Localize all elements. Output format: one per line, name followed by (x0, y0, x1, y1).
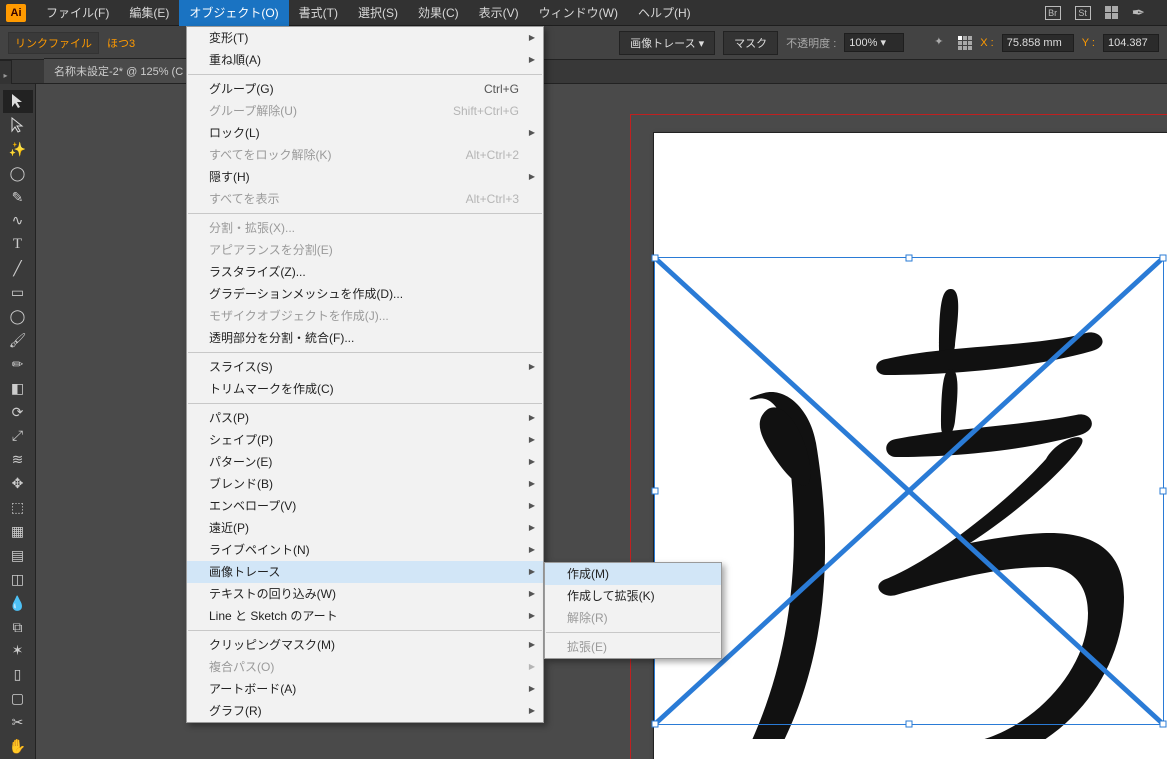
object-menu-item[interactable]: エンベロープ(V) (187, 495, 543, 517)
tool-selection[interactable] (3, 90, 33, 113)
tool-gradient[interactable]: ◫ (3, 568, 33, 591)
menu-window[interactable]: ウィンドウ(W) (529, 0, 628, 26)
object-menu-item[interactable]: クリッピングマスク(M) (187, 634, 543, 656)
menu-object[interactable]: オブジェクト(O) (179, 0, 288, 26)
tool-eyedropper[interactable]: 💧 (3, 592, 33, 615)
menu-file[interactable]: ファイル(F) (36, 0, 119, 26)
tool-paintbrush[interactable]: 🖌 (3, 329, 33, 352)
trace-submenu-item: 拡張(E) (545, 636, 721, 658)
trace-submenu-item[interactable]: 作成(M) (545, 563, 721, 585)
opacity-label: 不透明度 : (786, 35, 836, 51)
object-menu-item[interactable]: ブレンド(B) (187, 473, 543, 495)
object-menu-item: 分割・拡張(X)... (187, 217, 543, 239)
object-menu-item[interactable]: ロック(L) (187, 122, 543, 144)
menu-select[interactable]: 選択(S) (348, 0, 408, 26)
object-menu-item: すべてを表示Alt+Ctrl+3 (187, 188, 543, 210)
transform-panel-icon[interactable]: ✦ (934, 35, 950, 51)
object-menu-item: モザイクオブジェクトを作成(J)... (187, 305, 543, 327)
object-menu-item[interactable]: スライス(S) (187, 356, 543, 378)
tool-magic-wand[interactable]: ✨ (3, 138, 33, 161)
object-menu-item[interactable]: グラデーションメッシュを作成(D)... (187, 283, 543, 305)
tool-rectangle[interactable]: ▭ (3, 281, 33, 304)
object-menu-item[interactable]: シェイプ(P) (187, 429, 543, 451)
menu-help[interactable]: ヘルプ(H) (628, 0, 701, 26)
tool-shape-builder[interactable]: ⬚ (3, 496, 33, 519)
mask-button[interactable]: マスク (723, 31, 778, 55)
document-tab[interactable]: 名称未設定-2* @ 125% (C (44, 58, 194, 83)
trace-submenu-item: 解除(R) (545, 607, 721, 629)
menu-type[interactable]: 書式(T) (289, 0, 348, 26)
toolbar: ✨ ◯ ✎ ∿ T ╱ ▭ ◯ 🖌 ✏ ◧ ⟳ ⤢ ≋ ✥ ⬚ ▦ ▤ ◫ 💧 … (0, 84, 36, 759)
menu-view[interactable]: 表示(V) (469, 0, 529, 26)
tool-free-transform[interactable]: ✥ (3, 472, 33, 495)
tool-curvature[interactable]: ∿ (3, 209, 33, 232)
object-menu-item: アピアランスを分割(E) (187, 239, 543, 261)
trace-submenu-item[interactable]: 作成して拡張(K) (545, 585, 721, 607)
tool-eraser[interactable]: ◧ (3, 377, 33, 400)
object-menu-item[interactable]: グラフ(R) (187, 700, 543, 722)
tool-perspective[interactable]: ▦ (3, 520, 33, 543)
tool-mesh[interactable]: ▤ (3, 544, 33, 567)
tool-width[interactable]: ≋ (3, 448, 33, 471)
image-trace-button[interactable]: 画像トレース ▾ (619, 31, 715, 55)
arrange-docs-icon[interactable] (1105, 6, 1118, 19)
menu-effect[interactable]: 効果(C) (408, 0, 469, 26)
object-menu-item[interactable]: パス(P) (187, 407, 543, 429)
object-menu-item[interactable]: Line と Sketch のアート (187, 605, 543, 627)
image-trace-submenu: 作成(M)作成して拡張(K)解除(R) 拡張(E) (544, 562, 722, 659)
y-label: Y : (1082, 37, 1095, 49)
tool-line[interactable]: ╱ (3, 257, 33, 280)
gpu-icon[interactable]: ✒ (1132, 3, 1145, 23)
object-menu-item[interactable]: ライブペイント(N) (187, 539, 543, 561)
y-input[interactable] (1103, 34, 1159, 52)
align-ref-icon[interactable] (958, 36, 972, 50)
bridge-icon[interactable]: Br (1045, 6, 1061, 20)
tool-direct-selection[interactable] (3, 114, 33, 137)
object-menu-item[interactable]: 変形(T) (187, 27, 543, 49)
link-ext-label: ほつ3 (107, 35, 135, 51)
object-menu-item[interactable]: パターン(E) (187, 451, 543, 473)
object-menu-item[interactable]: アートボード(A) (187, 678, 543, 700)
document-tabs: 名称未設定-2* @ 125% (C (0, 60, 1167, 84)
app-logo-icon: Ai (6, 4, 26, 22)
object-menu-item[interactable]: 遠近(P) (187, 517, 543, 539)
object-menu-item[interactable]: 画像トレース (187, 561, 543, 583)
stock-icon[interactable]: St (1075, 6, 1091, 20)
tool-hand[interactable]: ✋ (3, 735, 33, 758)
x-label: X : (980, 37, 993, 49)
tool-ellipse[interactable]: ◯ (3, 305, 33, 328)
tool-artboard[interactable]: ▢ (3, 687, 33, 710)
object-menu-item[interactable]: 透明部分を分割・統合(F)... (187, 327, 543, 349)
object-menu-item[interactable]: グループ(G)Ctrl+G (187, 78, 543, 100)
tool-type[interactable]: T (3, 233, 33, 256)
tool-symbol-sprayer[interactable]: ✶ (3, 639, 33, 662)
object-menu-item[interactable]: トリムマークを作成(C) (187, 378, 543, 400)
object-menu-item[interactable]: ラスタライズ(Z)... (187, 261, 543, 283)
object-menu-item[interactable]: 重ね順(A) (187, 49, 543, 71)
link-file-chip[interactable]: リンクファイル (8, 32, 99, 54)
menubar: Ai ファイル(F) 編集(E) オブジェクト(O) 書式(T) 選択(S) 効… (0, 0, 1167, 26)
tool-blend[interactable]: ⧉ (3, 616, 33, 639)
tool-pen[interactable]: ✎ (3, 186, 33, 209)
object-menu-item: 複合パス(O) (187, 656, 543, 678)
opacity-input[interactable]: 100% ▾ (844, 33, 904, 52)
control-bar: リンクファイル ほつ3 画像トレース ▾ マスク 不透明度 : 100% ▾ ✦… (0, 26, 1167, 60)
tool-lasso[interactable]: ◯ (3, 162, 33, 185)
tool-slice[interactable]: ✂ (3, 711, 33, 734)
x-input[interactable] (1002, 34, 1074, 52)
tool-rotate[interactable]: ⟳ (3, 401, 33, 424)
object-menu-item: すべてをロック解除(K)Alt+Ctrl+2 (187, 144, 543, 166)
object-menu-item[interactable]: テキストの回り込み(W) (187, 583, 543, 605)
object-menu-item: グループ解除(U)Shift+Ctrl+G (187, 100, 543, 122)
tool-scale[interactable]: ⤢ (3, 424, 33, 447)
object-menu-item[interactable]: 隠す(H) (187, 166, 543, 188)
menu-edit[interactable]: 編集(E) (119, 0, 179, 26)
tool-pencil[interactable]: ✏ (3, 353, 33, 376)
tool-column-graph[interactable]: ▯ (3, 663, 33, 686)
object-menu-dropdown: 変形(T)重ね順(A) グループ(G)Ctrl+Gグループ解除(U)Shift+C… (186, 26, 544, 723)
selection-bounds[interactable] (654, 257, 1164, 725)
